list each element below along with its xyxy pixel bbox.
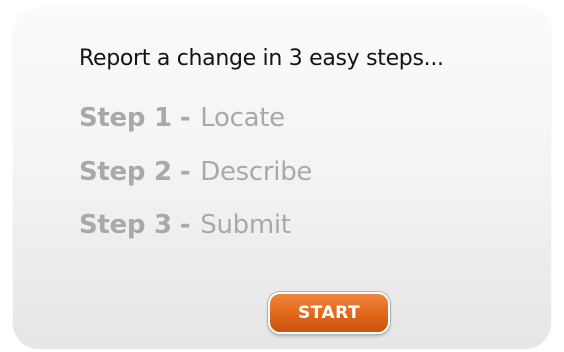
step-3: Step 3- Submit xyxy=(79,210,291,240)
step-3-action: Submit xyxy=(200,210,291,240)
step-1-action: Locate xyxy=(200,103,285,133)
step-2-action: Describe xyxy=(200,157,313,187)
report-change-panel: Report a change in 3 easy steps... Step … xyxy=(13,8,551,349)
step-2-separator: - xyxy=(179,157,191,187)
start-button[interactable]: START xyxy=(268,292,390,334)
step-2: Step 2- Describe xyxy=(79,157,312,187)
step-3-number: Step 3 xyxy=(79,210,172,240)
step-1-separator: - xyxy=(179,103,191,133)
step-3-separator: - xyxy=(179,210,191,240)
step-1-number: Step 1 xyxy=(79,103,172,133)
panel-title: Report a change in 3 easy steps... xyxy=(79,46,444,71)
step-2-number: Step 2 xyxy=(79,157,172,187)
step-1: Step 1- Locate xyxy=(79,103,285,133)
